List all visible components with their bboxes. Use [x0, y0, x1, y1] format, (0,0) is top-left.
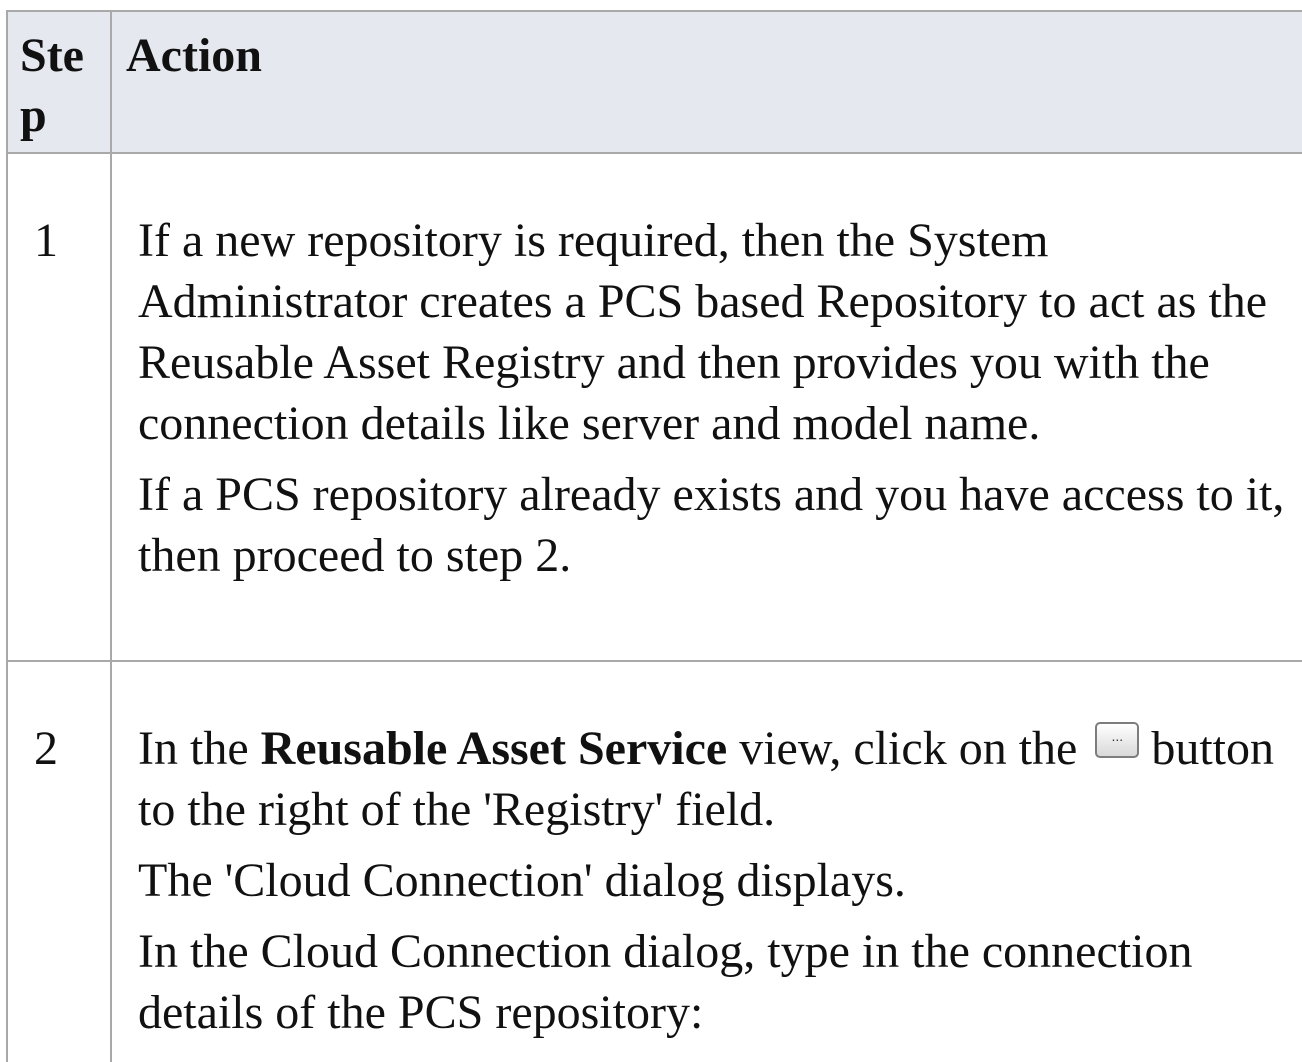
action-paragraph: If a new repository is required, then th… [138, 214, 1268, 450]
steps-table: Step Action 1 If a new repository is req… [6, 10, 1302, 1062]
step-number: 2 [8, 662, 112, 1062]
action-paragraph: If a PCS repository already exists and y… [138, 468, 1285, 582]
action-paragraph: The 'Cloud Connection' dialog displays. [138, 854, 906, 907]
view-name: Reusable Asset Service [260, 722, 728, 775]
action-cell: If a new repository is required, then th… [112, 154, 1302, 660]
ellipsis-button-icon [1095, 722, 1140, 758]
table-row: 2 In the Reusable Asset Service view, cl… [8, 662, 1302, 1062]
table-header-row: Step Action [8, 12, 1302, 154]
header-step: Step [8, 12, 112, 152]
header-action: Action [126, 29, 262, 82]
action-paragraph: In the Cloud Connection dialog, type in … [138, 925, 1193, 1039]
step-number: 1 [8, 154, 112, 660]
intro-text: view, click on the [727, 722, 1078, 775]
action-cell: In the Reusable Asset Service view, clic… [112, 662, 1302, 1062]
action-paragraph: In the Reusable Asset Service view, clic… [138, 718, 1288, 840]
intro-text: In the [138, 722, 261, 775]
table-row: 1 If a new repository is required, then … [8, 154, 1302, 662]
